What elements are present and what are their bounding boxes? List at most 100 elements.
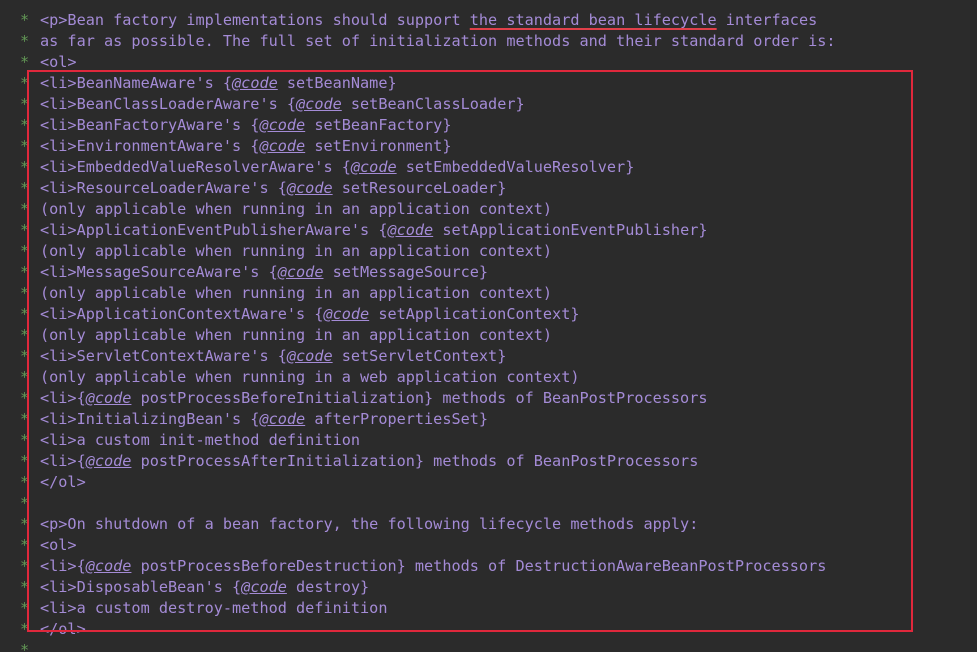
comment-star: *	[20, 578, 30, 596]
code-line[interactable]: * <li>BeanNameAware's {@code setBeanName}	[0, 73, 397, 94]
code-line[interactable]: * <li>ApplicationEventPublisherAware's {@…	[0, 220, 708, 241]
doc-text: setEnvironment}	[305, 137, 452, 155]
comment-star: *	[0, 0, 40, 10]
comment-star: *	[20, 137, 30, 155]
code-line[interactable]: * <li>EmbeddedValueResolverAware's {@code…	[0, 157, 634, 178]
code-line[interactable]: * <li>BeanFactoryAware's {@code setBeanFa…	[0, 115, 451, 136]
comment-star: *	[20, 557, 30, 575]
comment-star: *	[20, 641, 30, 652]
doc-text: setApplicationEventPublisher}	[433, 221, 708, 239]
comment-star: *	[20, 305, 30, 323]
comment-star: *	[20, 620, 30, 638]
code-line[interactable]: * <li>{@code postProcessAfterInitializati…	[0, 451, 698, 472]
comment-star: *	[20, 263, 30, 281]
doc-text: setServletContext}	[332, 347, 507, 365]
comment-star: *	[20, 242, 30, 260]
code-line[interactable]: * (only applicable when running in an app…	[0, 241, 552, 262]
comment-star: *	[20, 116, 30, 134]
javadoc-code-tag: @code	[85, 452, 132, 470]
javadoc-code-tag: @code	[259, 116, 306, 134]
doc-text: <li>BeanNameAware's {	[40, 74, 233, 92]
doc-text: <li>ResourceLoaderAware's {	[40, 179, 287, 197]
code-line[interactable]: * <li>a custom destroy-method definition	[0, 598, 387, 619]
comment-star: *	[20, 494, 30, 512]
code-line[interactable]: * (only applicable when running in a web …	[0, 367, 579, 388]
comment-star: *	[20, 158, 30, 176]
doc-text: <li>EnvironmentAware's {	[40, 137, 260, 155]
comment-star: *	[20, 536, 30, 554]
code-line[interactable]: * <li>{@code postProcessBeforeDestruction…	[0, 556, 826, 577]
code-line[interactable]: * <p>On shutdown of a bean factory, the f…	[0, 514, 698, 535]
code-line[interactable]: * <ol>	[0, 535, 77, 556]
code-line[interactable]: * <ol>	[0, 52, 77, 73]
doc-text: </ol>	[40, 620, 86, 638]
code-line[interactable]: *	[0, 0, 40, 10]
doc-text: <li>MessageSourceAware's {	[40, 263, 278, 281]
comment-star: *	[20, 221, 30, 239]
javadoc-code-tag: @code	[296, 95, 342, 113]
code-line[interactable]: * <li>{@code postProcessBeforeInitializat…	[0, 388, 708, 409]
javadoc-code-tag: @code	[277, 263, 324, 281]
comment-star: *	[20, 599, 30, 617]
code-line[interactable]: * </ol>	[0, 472, 86, 493]
doc-text: <li>InitializingBean's {	[40, 410, 260, 428]
javadoc-code-tag: @code	[286, 179, 333, 197]
code-line[interactable]: *	[0, 493, 40, 514]
javadoc-code-tag: @code	[350, 158, 397, 176]
code-line[interactable]: * <p>Bean factory implementations should …	[0, 10, 817, 31]
doc-text: <p>On shutdown of a bean factory, the fo…	[40, 515, 699, 533]
doc-text: setMessageSource}	[323, 263, 489, 281]
comment-star: *	[20, 368, 30, 386]
code-editor[interactable]: **<p>Bean factory implementations should…	[0, 0, 977, 652]
code-line[interactable]: * <li>MessageSourceAware's {@code setMess…	[0, 262, 488, 283]
comment-star: *	[20, 32, 30, 50]
doc-text: (only applicable when running in an appl…	[40, 284, 553, 302]
code-line[interactable]: * as far as possible. The full set of ini…	[0, 31, 836, 52]
code-line[interactable]: * <li>ApplicationContextAware's {@code se…	[0, 304, 579, 325]
doc-text: <li>a custom init-method definition	[40, 431, 361, 449]
doc-text: <li>{	[40, 389, 86, 407]
doc-text: as far as possible. The full set of init…	[40, 32, 836, 50]
doc-text: <li>ServletContextAware's {	[40, 347, 287, 365]
doc-text: (only applicable when running in an appl…	[40, 326, 553, 344]
comment-star: *	[20, 74, 30, 92]
doc-text: <li>DisposableBean's {	[40, 578, 242, 596]
doc-text: <li>BeanFactoryAware's {	[40, 116, 260, 134]
code-line[interactable]: * <li>a custom init-method definition	[0, 430, 360, 451]
code-line[interactable]: *	[0, 640, 40, 652]
code-line[interactable]: * <li>ResourceLoaderAware's {@code setRes…	[0, 178, 506, 199]
doc-text: <ol>	[40, 53, 77, 71]
code-line[interactable]: * <li>BeanClassLoaderAware's {@code setBe…	[0, 94, 525, 115]
doc-text: postProcessBeforeDestruction} methods of…	[131, 557, 827, 575]
code-line[interactable]: * <li>EnvironmentAware's {@code setEnviro…	[0, 136, 451, 157]
comment-star: *	[20, 515, 30, 533]
doc-text: setBeanName}	[277, 74, 397, 92]
code-line[interactable]: * </ol>	[0, 619, 86, 640]
javadoc-code-tag: @code	[387, 221, 434, 239]
doc-text: interfaces	[716, 11, 818, 29]
doc-text: <li>BeanClassLoaderAware's {	[40, 95, 297, 113]
doc-text: setResourceLoader}	[332, 179, 507, 197]
code-line[interactable]: * (only applicable when running in an app…	[0, 199, 552, 220]
javadoc-code-tag: @code	[259, 137, 306, 155]
code-line[interactable]: * <li>ServletContextAware's {@code setSer…	[0, 346, 506, 367]
comment-star: *	[20, 431, 30, 449]
code-line[interactable]: * <li>InitializingBean's {@code afterProp…	[0, 409, 488, 430]
comment-star: *	[20, 11, 30, 29]
code-line[interactable]: * (only applicable when running in an app…	[0, 325, 552, 346]
comment-star: *	[20, 179, 30, 197]
doc-text: <li>{	[40, 557, 86, 575]
doc-text: (only applicable when running in an appl…	[40, 200, 553, 218]
comment-star: *	[20, 95, 30, 113]
doc-text: (only applicable when running in an appl…	[40, 242, 553, 260]
comment-star: *	[20, 200, 30, 218]
doc-text: </ol>	[40, 473, 86, 491]
javadoc-code-tag: @code	[241, 578, 287, 596]
code-line[interactable]: * (only applicable when running in an app…	[0, 283, 552, 304]
doc-text: <li>{	[40, 452, 86, 470]
javadoc-code-tag: @code	[85, 389, 132, 407]
javadoc-code-tag: @code	[232, 74, 278, 92]
doc-text: destroy}	[286, 578, 370, 596]
doc-text: setApplicationContext}	[369, 305, 580, 323]
code-line[interactable]: * <li>DisposableBean's {@code destroy}	[0, 577, 369, 598]
